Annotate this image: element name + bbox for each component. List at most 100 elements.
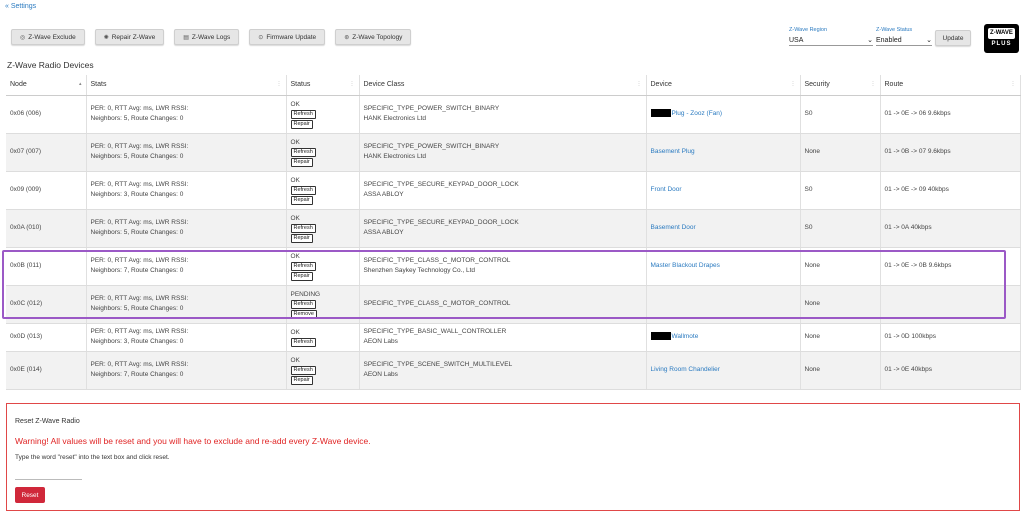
- exclude-icon: ◎: [20, 34, 26, 41]
- header-device-class[interactable]: Device Class ⋮: [359, 75, 647, 96]
- stats-cell: PER: 0, RTT Avg: ms, LWR RSSI: Neighbors:…: [86, 247, 287, 286]
- repair-button[interactable]: Repair: [290, 157, 313, 167]
- device-cell: Wallmote: [646, 323, 801, 352]
- z-wave-exclude-button[interactable]: ◎ Z-Wave Exclude: [11, 29, 85, 45]
- refresh-button[interactable]: Refresh: [290, 337, 316, 347]
- breadcrumb-settings-link[interactable]: « Settings: [5, 3, 36, 10]
- stats-line: PER: 0, RTT Avg: ms, LWR RSSI:: [90, 143, 189, 150]
- refresh-button[interactable]: Refresh: [290, 147, 316, 157]
- refresh-button[interactable]: Refresh: [290, 365, 316, 375]
- button-label: Z-Wave Topology: [352, 33, 403, 41]
- stats-line: PER: 0, RTT Avg: ms, LWR RSSI:: [90, 361, 189, 368]
- device-class-cell: SPECIFIC_TYPE_SCENE_SWITCH_MULTILEVEL AEO…: [359, 351, 647, 390]
- refresh-button[interactable]: Refresh: [290, 223, 316, 233]
- status-text: OK: [290, 100, 300, 108]
- security-cell: S0: [800, 171, 881, 210]
- repair-button[interactable]: Repair: [290, 375, 313, 385]
- device-manufacturer: ASSA ABLOY: [363, 229, 404, 236]
- refresh-button[interactable]: Refresh: [290, 261, 316, 271]
- z-wave-topology-button[interactable]: ⊛ Z-Wave Topology: [335, 29, 412, 45]
- header-device[interactable]: Device ⋮: [646, 75, 801, 96]
- redacted-block: [650, 109, 671, 118]
- route-cell: 01 -> 0E -> 0B 9.6kbps: [880, 247, 1021, 286]
- refresh-button[interactable]: Refresh: [290, 109, 316, 119]
- column-menu-icon: ⋮: [1010, 81, 1016, 87]
- firmware-update-button[interactable]: ⊙ Firmware Update: [249, 29, 326, 45]
- device-manufacturer: ASSA ABLOY: [363, 191, 404, 198]
- security-cell: S0: [800, 209, 881, 248]
- table-row: 0x09 (009) PER: 0, RTT Avg: ms, LWR RSSI:…: [6, 171, 1021, 210]
- route-cell: [880, 285, 1021, 324]
- stats-line: Neighbors: 5, Route Changes: 0: [90, 305, 184, 312]
- device-class-type: SPECIFIC_TYPE_POWER_SWITCH_BINARY: [363, 143, 500, 150]
- stats-cell: PER: 0, RTT Avg: ms, LWR RSSI: Neighbors:…: [86, 133, 287, 172]
- security-cell: None: [800, 133, 881, 172]
- chevron-down-icon: ⌄: [867, 37, 873, 44]
- sort-icon: ▴: [78, 81, 82, 87]
- column-menu-icon: ⋮: [276, 81, 282, 87]
- repair-button[interactable]: Repair: [290, 119, 313, 129]
- status-text: PENDING: [290, 290, 321, 298]
- repair-button[interactable]: Repair: [290, 271, 313, 281]
- device-link[interactable]: Master Blackout Drapes: [651, 262, 720, 269]
- stats-line: PER: 0, RTT Avg: ms, LWR RSSI:: [90, 105, 189, 112]
- header-security[interactable]: Security ⋮: [800, 75, 881, 96]
- header-label: Device: [650, 81, 672, 89]
- reset-input[interactable]: [15, 472, 82, 480]
- button-label: Repair Z-Wave: [111, 33, 156, 41]
- device-link[interactable]: Plug - Zooz (Fan): [672, 110, 723, 117]
- region-select[interactable]: Z-Wave Region USA ⌄: [789, 27, 873, 46]
- device-link[interactable]: Basement Door: [651, 224, 696, 231]
- header-route[interactable]: Route ⋮: [880, 75, 1021, 96]
- device-link[interactable]: Living Room Chandelier: [651, 366, 720, 373]
- header-stats[interactable]: Stats ⋮: [86, 75, 287, 96]
- status-text: OK: [290, 328, 300, 336]
- header-label: Device Class: [363, 81, 405, 89]
- device-class-cell: SPECIFIC_TYPE_BASIC_WALL_CONTROLLER AEON …: [359, 323, 647, 352]
- route-cell: 01 -> 0E 40kbps: [880, 351, 1021, 390]
- remove-button[interactable]: Remove: [290, 309, 317, 319]
- table-header-row: Node ▴ Stats ⋮ Status ⋮ Device Class ⋮ Devic…: [6, 75, 1021, 96]
- chevron-down-icon: ⌄: [926, 37, 932, 44]
- status-cell: OK Refresh Repair: [286, 171, 360, 210]
- header-node[interactable]: Node ▴: [6, 75, 87, 96]
- reset-button[interactable]: Reset: [15, 487, 45, 503]
- device-manufacturer: HANK Electronics Ltd: [363, 115, 427, 122]
- device-link[interactable]: Front Door: [651, 186, 682, 193]
- column-menu-icon: ⋮: [790, 81, 796, 87]
- logo-top-text: Z-WAVE: [988, 28, 1015, 39]
- update-button[interactable]: Update: [935, 30, 971, 46]
- stats-line: PER: 0, RTT Avg: ms, LWR RSSI:: [90, 219, 189, 226]
- device-class-type: SPECIFIC_TYPE_SCENE_SWITCH_MULTILEVEL: [363, 361, 513, 368]
- repair-button[interactable]: Repair: [290, 233, 313, 243]
- stats-cell: PER: 0, RTT Avg: ms, LWR RSSI: Neighbors:…: [86, 209, 287, 248]
- stats-cell: PER: 0, RTT Avg: ms, LWR RSSI: Neighbors:…: [86, 285, 287, 324]
- table-row: 0x0B (011) PER: 0, RTT Avg: ms, LWR RSSI:…: [6, 247, 1021, 286]
- stats-line: Neighbors: 5, Route Changes: 0: [90, 115, 184, 122]
- z-wave-logs-button[interactable]: ▤ Z-Wave Logs: [174, 29, 240, 45]
- redacted-block: [650, 332, 671, 341]
- device-class-type: SPECIFIC_TYPE_CLASS_C_MOTOR_CONTROL: [363, 300, 511, 307]
- refresh-button[interactable]: Refresh: [290, 185, 316, 195]
- status-label: Z-Wave Status: [876, 27, 913, 33]
- status-text: OK: [290, 138, 300, 146]
- table-row: 0x0A (010) PER: 0, RTT Avg: ms, LWR RSSI:…: [6, 209, 1021, 248]
- stats-line: Neighbors: 5, Route Changes: 0: [90, 229, 184, 236]
- device-link[interactable]: Basement Plug: [651, 148, 695, 155]
- table-row: 0x0D (013) PER: 0, RTT Avg: ms, LWR RSSI:…: [6, 323, 1021, 352]
- status-text: OK: [290, 252, 300, 260]
- security-cell: S0: [800, 95, 881, 134]
- header-label: Security: [804, 81, 830, 89]
- status-cell: OK Refresh Repair: [286, 351, 360, 390]
- repair-z-wave-button[interactable]: ✺ Repair Z-Wave: [94, 29, 165, 45]
- status-cell: OK Refresh Repair: [286, 95, 360, 134]
- header-status[interactable]: Status ⋮: [286, 75, 360, 96]
- stats-line: Neighbors: 3, Route Changes: 0: [90, 338, 184, 345]
- device-cell: Front Door: [646, 171, 801, 210]
- refresh-button[interactable]: Refresh: [290, 299, 316, 309]
- button-label: Z-Wave Logs: [191, 33, 231, 41]
- status-select[interactable]: Z-Wave Status Enabled ⌄: [876, 27, 932, 46]
- repair-button[interactable]: Repair: [290, 195, 313, 205]
- firmware-icon: ⊙: [258, 34, 264, 41]
- device-link[interactable]: Wallmote: [672, 333, 699, 340]
